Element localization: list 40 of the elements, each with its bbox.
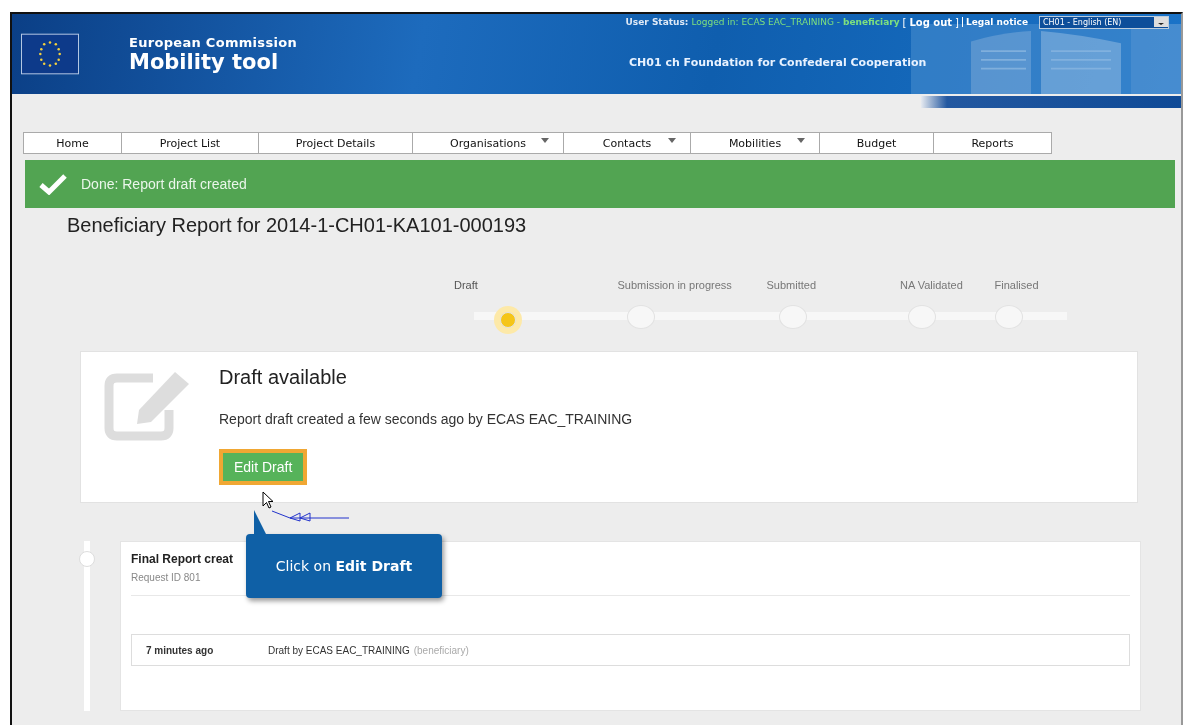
user-status-label: User Status: bbox=[625, 17, 689, 27]
nav-tab[interactable]: Budget bbox=[819, 132, 933, 154]
card-heading: Draft available bbox=[219, 366, 348, 389]
step-label: Submission in progress bbox=[617, 279, 732, 291]
legal-notice-link[interactable]: Legal notice bbox=[962, 17, 1028, 27]
entry-role: (beneficiary) bbox=[413, 644, 469, 656]
nav-tab[interactable]: Contacts bbox=[563, 132, 690, 154]
bracket: [ bbox=[902, 16, 907, 28]
callout-text: Click on Edit Draft bbox=[275, 558, 413, 574]
organisation-name: European Commission bbox=[129, 34, 297, 50]
nav-tab[interactable]: Home bbox=[23, 132, 121, 154]
language-select[interactable]: CH01 - English (EN) bbox=[1039, 15, 1169, 29]
nav-tab[interactable]: Project Details bbox=[258, 132, 412, 154]
logout-link[interactable]: Log out bbox=[909, 16, 953, 28]
beneficiary-organisation: CH01 ch Foundation for Confederal Cooperation bbox=[629, 56, 927, 69]
caret-icon bbox=[668, 138, 676, 143]
step-label: NA Validated bbox=[900, 279, 963, 291]
caret-icon bbox=[797, 138, 805, 143]
step-label: Finalised bbox=[994, 279, 1039, 291]
entry-time: 7 minutes ago bbox=[146, 644, 215, 656]
nav-tab[interactable]: Reports bbox=[933, 132, 1052, 154]
history-heading: Final Report creat bbox=[131, 552, 234, 566]
check-icon bbox=[39, 173, 67, 195]
logged-in-user: Logged in: ECAS EAC_TRAINING - bbox=[691, 17, 840, 27]
caret-icon bbox=[541, 138, 549, 143]
nav-tab[interactable]: Project List bbox=[121, 132, 258, 154]
page-title: Beneficiary Report for 2014-1-CH01-KA101-000193 bbox=[67, 214, 528, 237]
request-id: Request ID 801 bbox=[131, 572, 202, 583]
step-label: Draft bbox=[454, 279, 478, 291]
eu-flag-icon bbox=[21, 33, 79, 75]
card-text: Report draft created a few seconds ago by ECAS EAC_TRAINING bbox=[219, 411, 633, 427]
app-title: Mobility tool bbox=[129, 49, 280, 74]
dropdown-icon bbox=[1154, 17, 1168, 27]
nav-tab[interactable]: Mobilities bbox=[690, 132, 819, 154]
banner-message: Done: Report draft created bbox=[81, 176, 247, 192]
entry-text: Draft by ECAS EAC_TRAINING bbox=[268, 644, 410, 656]
nav-tab[interactable]: Organisations bbox=[412, 132, 563, 154]
bracket: ] bbox=[955, 16, 959, 28]
user-role: beneficiary bbox=[843, 17, 900, 27]
step-label: Submitted bbox=[766, 279, 817, 291]
